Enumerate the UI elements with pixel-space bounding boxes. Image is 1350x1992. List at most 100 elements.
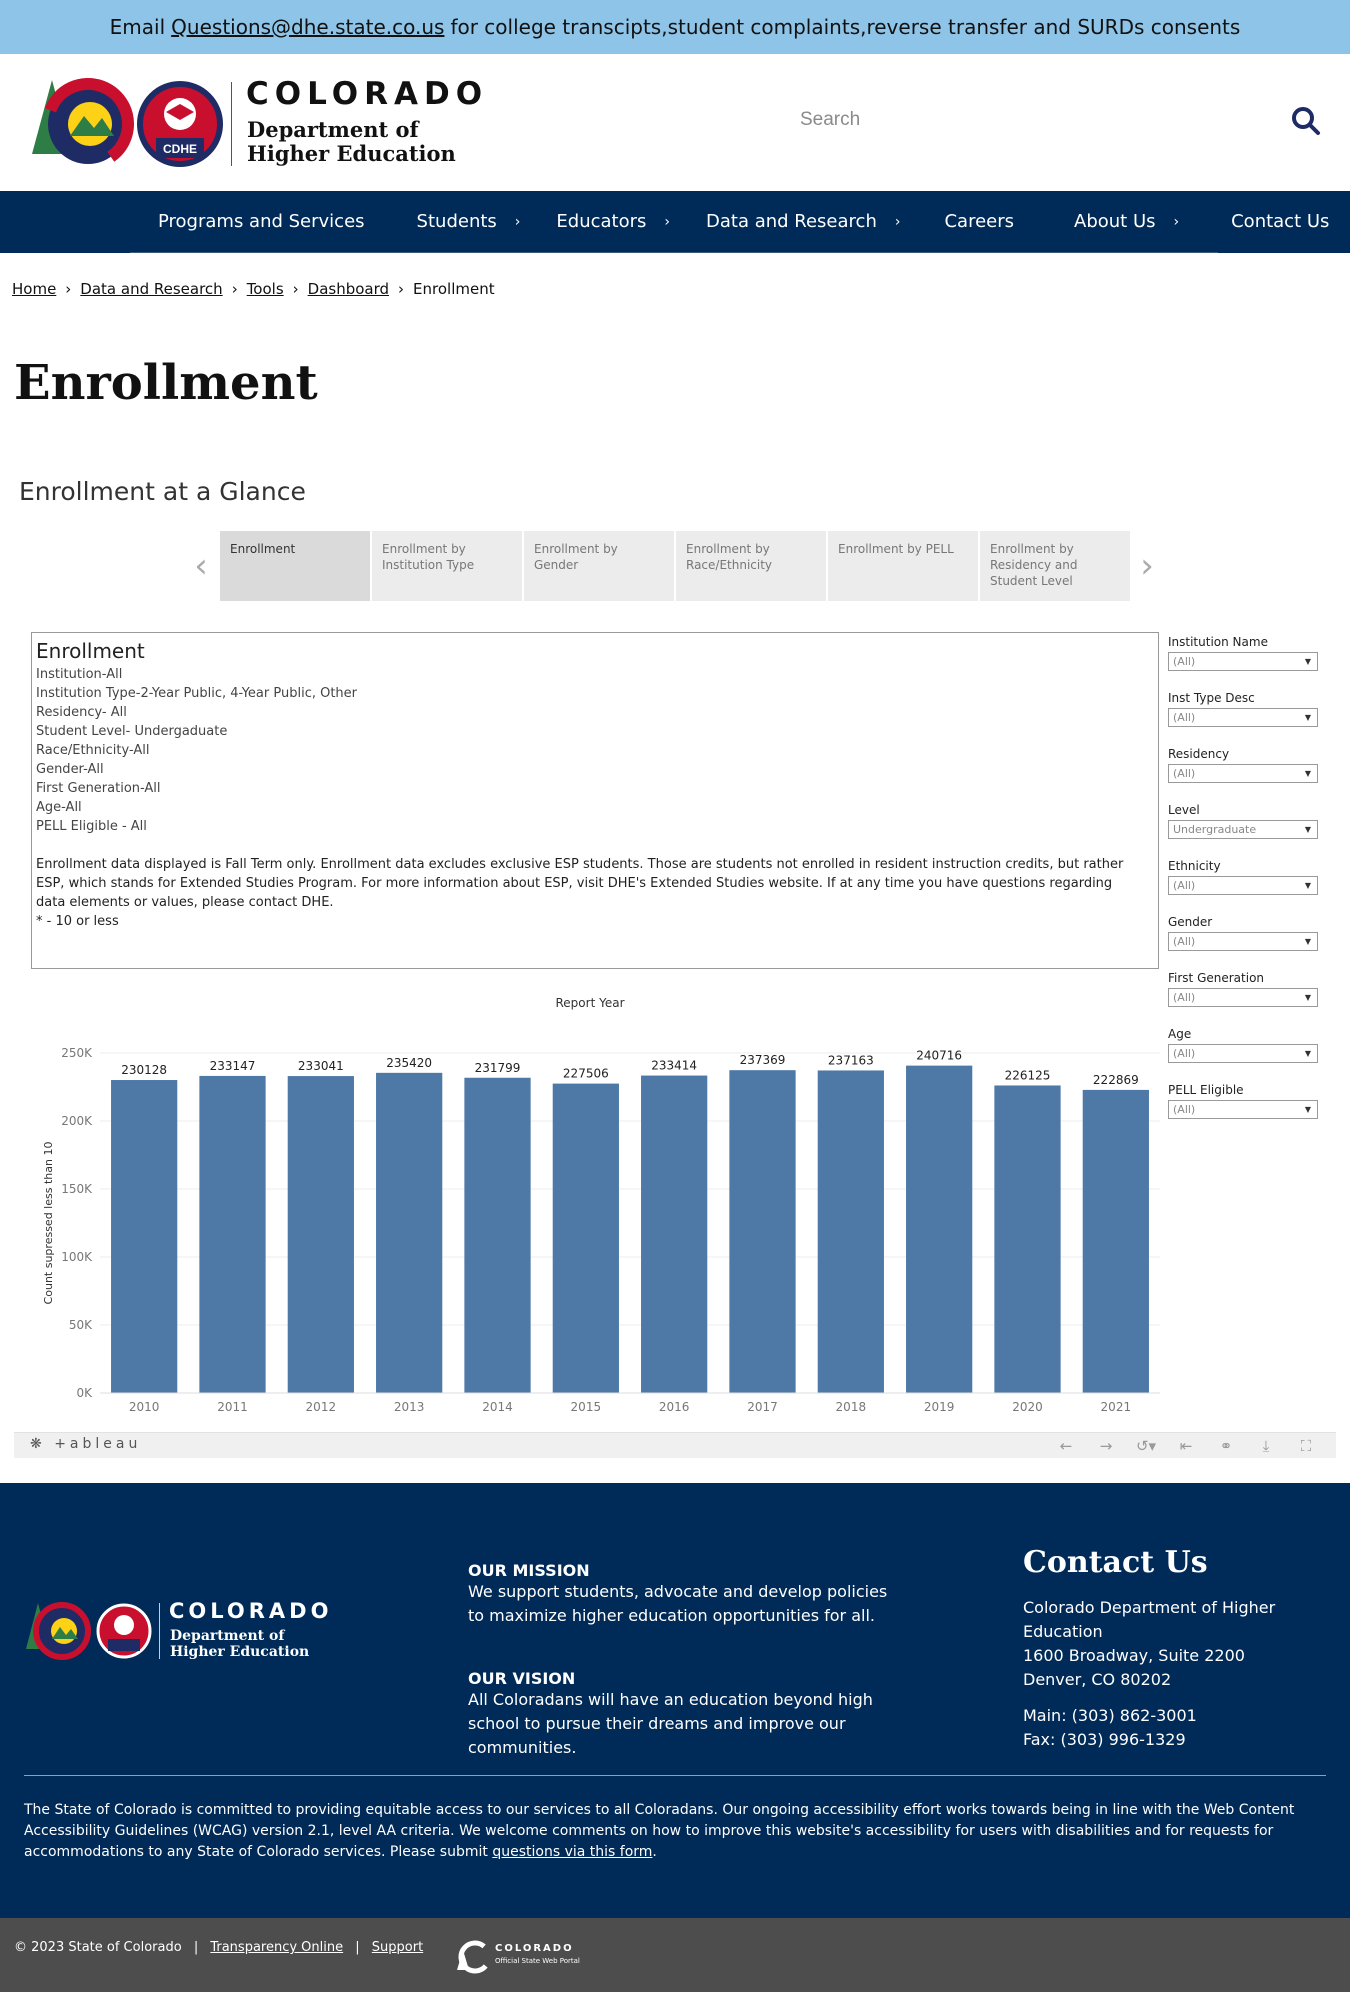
data-label: 233147	[210, 1059, 256, 1073]
x-tick-label: 2019	[924, 1400, 955, 1414]
mission-text: We support students, advocate and develo…	[468, 1582, 888, 1625]
filter-dropdown[interactable]: Undergraduate ▼	[1168, 820, 1318, 839]
bar-2015	[552, 1083, 619, 1393]
colorado-c-logo-icon: CDHE	[32, 78, 223, 170]
data-label: 233414	[651, 1059, 697, 1073]
filter-value: (All)	[1173, 879, 1196, 892]
tableau-toolbar-icons: ← → ↺▾ ⇤ ⚭ ⤓ ⛶	[1046, 1435, 1326, 1457]
filter-label: PELL Eligible	[1168, 1083, 1244, 1097]
nav-item-careers[interactable]: Careers	[944, 211, 1014, 232]
chevron-right-icon[interactable]: ›	[1174, 214, 1180, 230]
revert-icon[interactable]: ↺▾	[1126, 1435, 1166, 1457]
vision-text: All Coloradans will have an education be…	[468, 1690, 873, 1757]
y-tick-label: 200K	[61, 1114, 93, 1128]
portal-subtitle: Official State Web Portal	[495, 1957, 580, 1965]
info-line: Institution-All	[36, 667, 123, 682]
breadcrumb-item[interactable]: Tools	[247, 280, 284, 298]
chevron-right-icon[interactable]: ›	[895, 214, 901, 230]
pipe-separator: |	[355, 1940, 360, 1955]
search-button[interactable]	[1286, 102, 1326, 142]
filter-dropdown[interactable]: (All) ▼	[1168, 932, 1318, 951]
data-label: 227506	[563, 1067, 609, 1081]
filter-panel: Institution Name (All) ▼ Inst Type Desc (All…	[1168, 634, 1318, 1138]
main-nav: Programs and Services Students › Educators ›…	[0, 191, 1350, 253]
filter-dropdown[interactable]: (All) ▼	[1168, 1044, 1318, 1063]
tableau-logo[interactable]: ❋ +ableau	[30, 1436, 141, 1452]
filter-dropdown[interactable]: (All) ▼	[1168, 876, 1318, 895]
nav-item-label: Contact Us	[1231, 211, 1330, 232]
filter-dropdown[interactable]: (All) ▼	[1168, 988, 1318, 1007]
tab-enrollment-by-residency-and-student-level[interactable]: Enrollment by Residency and Student Leve…	[980, 531, 1130, 601]
filter-inst-type-desc: Inst Type Desc (All) ▼	[1168, 690, 1318, 746]
site-footer: COLORADO Department of Higher Education …	[0, 1483, 1350, 1918]
footer-logo-brand: COLORADO	[169, 1599, 333, 1623]
search-input[interactable]	[800, 98, 1280, 142]
x-tick-label: 2010	[129, 1400, 160, 1414]
tab-enrollment-by-institution-type[interactable]: Enrollment by Institution Type	[372, 531, 522, 601]
breadcrumb-item[interactable]: Data and Research	[80, 280, 222, 298]
filter-first-generation: First Generation (All) ▼	[1168, 970, 1318, 1026]
share-icon[interactable]: ⚭	[1206, 1435, 1246, 1457]
nav-item-educators[interactable]: Educators ›	[556, 211, 670, 232]
nav-item-about-us[interactable]: About Us ›	[1074, 211, 1179, 232]
tab-enrollment-by-race-ethnicity[interactable]: Enrollment by Race/Ethnicity	[676, 531, 826, 601]
logo-badge-text: CDHE	[163, 142, 197, 156]
tab-prev-arrow-icon[interactable]: ‹	[190, 548, 212, 584]
tab-next-arrow-icon[interactable]: ›	[1136, 548, 1158, 584]
x-tick-label: 2017	[747, 1400, 778, 1414]
nav-item-label: Educators	[556, 211, 647, 232]
footer-logo[interactable]: COLORADO Department of Higher Education	[24, 1599, 344, 1661]
tab-enrollment-by-pell[interactable]: Enrollment by PELL	[828, 531, 978, 601]
chevron-right-icon[interactable]: ›	[515, 214, 521, 230]
filter-label: Institution Name	[1168, 635, 1268, 649]
nav-item-students[interactable]: Students ›	[417, 211, 521, 232]
breadcrumb-item[interactable]: Home	[12, 280, 56, 298]
filter-value: (All)	[1173, 655, 1196, 668]
bar-2010	[111, 1080, 178, 1393]
footer-colorado-logo-icon	[26, 1602, 152, 1660]
filter-label: Ethnicity	[1168, 859, 1221, 873]
nav-item-programs-and-services[interactable]: Programs and Services	[158, 211, 365, 232]
banner-email-link[interactable]: Questions@dhe.state.co.us	[171, 15, 444, 39]
support-link[interactable]: Support	[372, 1940, 423, 1955]
filter-label: First Generation	[1168, 971, 1265, 985]
y-tick-label: 150K	[61, 1182, 93, 1196]
contact-main-phone: Main: (303) 862-3001	[1023, 1706, 1197, 1725]
cdhe-logo[interactable]: CDHE COLORADO Department of Higher Educa…	[28, 76, 488, 172]
tab-enrollment[interactable]: Enrollment	[220, 531, 370, 601]
reset-icon[interactable]: ⇤	[1166, 1435, 1206, 1457]
state-portal-logo[interactable]: COLORADO Official State Web Portal	[455, 1940, 615, 1974]
breadcrumb-separator-icon: ›	[65, 280, 72, 298]
nav-item-label: Data and Research	[706, 211, 877, 232]
undo-icon[interactable]: ←	[1046, 1435, 1086, 1457]
filter-label: Age	[1168, 1027, 1192, 1041]
info-footnote: * - 10 or less	[36, 914, 119, 929]
info-line: Student Level- Undergaduate	[36, 724, 228, 739]
transparency-link[interactable]: Transparency Online	[210, 1940, 343, 1955]
fullscreen-icon[interactable]: ⛶	[1286, 1435, 1326, 1457]
filter-dropdown[interactable]: (All) ▼	[1168, 652, 1318, 671]
chevron-right-icon[interactable]: ›	[664, 214, 670, 230]
redo-icon[interactable]: →	[1086, 1435, 1126, 1457]
x-tick-label: 2020	[1012, 1400, 1043, 1414]
filter-dropdown[interactable]: (All) ▼	[1168, 1100, 1318, 1119]
accessibility-form-link[interactable]: questions via this form	[492, 1844, 652, 1860]
nav-item-label: Programs and Services	[158, 211, 365, 232]
info-line: Institution Type-2-Year Public, 4-Year P…	[36, 686, 358, 701]
breadcrumb-item[interactable]: Dashboard	[308, 280, 389, 298]
info-line: PELL Eligible - All	[36, 819, 147, 834]
section-title: Enrollment at a Glance	[19, 477, 306, 506]
download-icon[interactable]: ⤓	[1246, 1435, 1286, 1457]
info-lines: Institution-All Institution Type-2-Year P…	[36, 665, 1154, 836]
enrollment-bar-chart: Report Year 0K 50K 100K 150K 200K 250K Count su…	[42, 996, 1160, 1414]
tab-enrollment-by-gender[interactable]: Enrollment by Gender	[524, 531, 674, 601]
filter-institution-name: Institution Name (All) ▼	[1168, 634, 1318, 690]
data-label: 226125	[1005, 1068, 1051, 1082]
nav-item-data-and-research[interactable]: Data and Research ›	[706, 211, 900, 232]
filter-label: Level	[1168, 803, 1200, 817]
vision-title: OUR VISION	[468, 1669, 576, 1688]
filter-dropdown[interactable]: (All) ▼	[1168, 708, 1318, 727]
nav-item-contact-us[interactable]: Contact Us	[1231, 211, 1329, 232]
filter-dropdown[interactable]: (All) ▼	[1168, 764, 1318, 783]
bar-2021	[1082, 1089, 1149, 1393]
